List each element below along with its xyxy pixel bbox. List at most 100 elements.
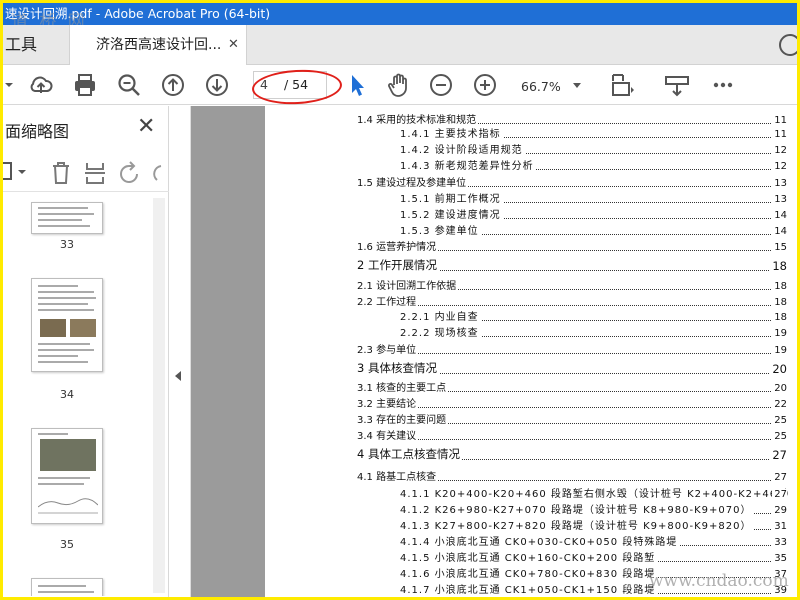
fit-page-icon[interactable] [607, 71, 635, 99]
toc-entry[interactable]: 4.1.4 小浪底北互通 CK0+030-CK0+050 段特殊路堤 33 [265, 533, 787, 550]
document-page: 1.4 采用的技术标准和规范 11 1.4.1 主要技术指标 11 1.4.2 设计阶段… [265, 106, 797, 597]
toc-entry[interactable]: 3.2 主要结论 22 [265, 395, 787, 412]
collapse-panel-handle[interactable] [169, 106, 191, 597]
toc-entry[interactable]: 2 工作开展情况 18 [265, 257, 787, 275]
zoom-in-icon[interactable] [471, 71, 499, 99]
toc-entry[interactable]: 1.5 建设过程及参建单位 13 [265, 174, 787, 191]
options-dropdown-icon[interactable] [3, 160, 33, 184]
page-down-icon[interactable] [203, 71, 231, 99]
toc-entry[interactable]: 3 具体核查情况 20 [265, 360, 787, 378]
toc-entry[interactable]: 1.5.3 参建单位 14 [265, 222, 787, 239]
toc-entry[interactable]: 1.6 运营养护情况 15 [265, 238, 787, 255]
panel-title: 面缩略图 [5, 122, 70, 141]
tab-document[interactable]: 济洛西高速设计回... ✕ [69, 25, 247, 65]
toc-entry[interactable]: 4.1.3 K27+800-K27+820 段路堤（设计桩号 K9+800-K9… [265, 517, 787, 534]
toc-entry[interactable]: 4 具体工点核查情况 27 [265, 446, 787, 464]
toc-entry-page: 12 [772, 145, 787, 156]
collapse-arrow-icon[interactable] [175, 371, 181, 381]
toc-entry-title: 2.2.1 内业自查 [400, 308, 481, 323]
toc-entry-title: 1.4.3 新老规范差异性分析 [400, 157, 536, 172]
toc-entry-page: 13 [772, 194, 787, 205]
toc-entry[interactable]: 2.3 参与单位 19 [265, 341, 787, 358]
toc-entry[interactable]: 1.4.1 主要技术指标 11 [265, 125, 787, 142]
zoom-level[interactable]: 66.7% [521, 79, 561, 94]
toc-entry-page: 19 [772, 345, 787, 356]
toc-entry-page: 19 [772, 328, 787, 339]
print-icon[interactable] [71, 71, 99, 99]
toc-entry-title: 2.2 工作过程 [357, 293, 419, 308]
close-tab-icon[interactable]: ✕ [228, 25, 239, 65]
toc-entry-page: 18 [772, 297, 787, 308]
toc-entry[interactable]: 3.3 存在的主要问题 25 [265, 411, 787, 428]
toc-entry-page: 11 [772, 129, 787, 140]
toc-entry-title: 1.5.2 建设进度情况 [400, 206, 503, 221]
scroll-mode-icon[interactable] [663, 71, 691, 99]
toc-entry-title: 1.4.2 设计阶段适用规范 [400, 141, 525, 156]
toc-entry-page: 29 [772, 505, 787, 516]
zoom-search-icon[interactable] [115, 71, 143, 99]
thumbnail-scrollbar[interactable] [153, 198, 165, 593]
close-panel-icon[interactable]: ✕ [137, 114, 155, 139]
toc-entry[interactable]: 1.5.2 建设进度情况 14 [265, 206, 787, 223]
toc-entry-page: 18 [772, 281, 787, 292]
thumbnail-35[interactable] [31, 428, 103, 524]
help-icon[interactable] [779, 34, 797, 56]
toc-entry-title: 2.2.2 现场核查 [400, 324, 481, 339]
delete-page-icon[interactable] [49, 160, 73, 186]
rotate-clockwise-icon[interactable] [149, 160, 169, 186]
toc-entry-title: 4.1 路基工点核查 [357, 468, 439, 483]
dropdown-arrow-icon[interactable] [3, 71, 23, 99]
toc-entry[interactable]: 4.1.1 K20+400-K20+460 段路堑右侧水毁（设计桩号 K2+40… [265, 485, 797, 502]
thumbnail-label: 33 [60, 238, 74, 251]
more-icon[interactable] [709, 71, 737, 99]
toc-entry[interactable]: 2.1 设计回溯工作依据 18 [265, 277, 787, 294]
toc-leader-dots [357, 305, 787, 306]
thumbnail-list: 33 34 35 [3, 196, 151, 596]
toc-entry[interactable]: 1.5.1 前期工作概况 13 [265, 190, 787, 207]
toc-entry-title: 1.4 采用的技术标准和规范 [357, 111, 479, 126]
rotate-icon[interactable] [117, 160, 143, 186]
toc-entry[interactable]: 3.1 核查的主要工点 20 [265, 379, 787, 396]
toc-entry-page: 13 [772, 178, 787, 189]
extract-page-icon[interactable] [83, 160, 107, 186]
toc-entry[interactable]: 2.2 工作过程 18 [265, 293, 787, 310]
toc-entry[interactable]: 4.1.2 K26+980-K27+070 段路堤（设计桩号 K8+980-K9… [265, 501, 787, 518]
page-up-icon[interactable] [159, 71, 187, 99]
thumbnail-34[interactable] [31, 278, 103, 372]
upload-cloud-icon[interactable] [27, 71, 55, 99]
toc-entry-title: 3.1 核查的主要工点 [357, 379, 449, 394]
hand-tool-icon[interactable] [385, 71, 413, 99]
panel-toolbar [3, 152, 169, 192]
toc-entry-title: 3.4 有关建议 [357, 427, 419, 442]
toc-entry[interactable]: 4.1.5 小浪底北互通 CK0+160-CK0+200 段路堑 35 [265, 549, 787, 566]
toc-entry[interactable]: 1.4.3 新老规范差异性分析 12 [265, 157, 787, 174]
toc-entry-title: 1.5.3 参建单位 [400, 222, 481, 237]
tab-tools[interactable]: 工具 [3, 25, 37, 65]
toc-entry[interactable]: 2.2.1 内业自查 18 [265, 308, 787, 325]
toc-entry-page: 14 [772, 226, 787, 237]
toc-entry-page: 33 [772, 537, 787, 548]
zoom-dropdown-icon[interactable] [573, 83, 581, 88]
toc-entry[interactable]: 2.2.2 现场核查 19 [265, 324, 787, 341]
select-cursor-icon[interactable] [343, 71, 371, 99]
toc-entry[interactable]: 3.4 有关建议 25 [265, 427, 787, 444]
toc-entry-title: 1.5.1 前期工作概况 [400, 190, 503, 205]
toc-entry-title: 1.4.1 主要技术指标 [400, 125, 503, 140]
app-frame: 速设计回溯.pdf - Adobe Acrobat Pro (64-bit) 道… [3, 3, 797, 597]
thumbnail-36[interactable] [31, 578, 103, 596]
tab-document-title: 济洛西高速设计回... [96, 37, 222, 53]
toc-entry-title: 3.3 存在的主要问题 [357, 411, 449, 426]
toc-entry-title: 4.1.5 小浪底北互通 CK0+160-CK0+200 段路堑 [400, 549, 658, 564]
toc-entry-title: 4.1.7 小浪底北互通 CK1+050-CK1+150 段路堤 [400, 581, 658, 596]
toc-entry-page: 15 [772, 242, 787, 253]
zoom-out-icon[interactable] [427, 71, 455, 99]
toc-entry[interactable]: 4.1 路基工点核查 27 [265, 468, 787, 485]
toc-entry-title: 1.6 运营养护情况 [357, 238, 439, 253]
thumbnail-33[interactable] [31, 202, 103, 234]
toc-entry-page: 18 [770, 259, 787, 273]
toc-entry[interactable]: 1.4.2 设计阶段适用规范 12 [265, 141, 787, 158]
toc-entry-page: 20 [772, 383, 787, 394]
toc-entry-page: 35 [772, 553, 787, 564]
toc-entry-title: 4.1.2 K26+980-K27+070 段路堤（设计桩号 K8+980-K9… [400, 501, 754, 516]
toc-entry-page: 31 [772, 521, 787, 532]
